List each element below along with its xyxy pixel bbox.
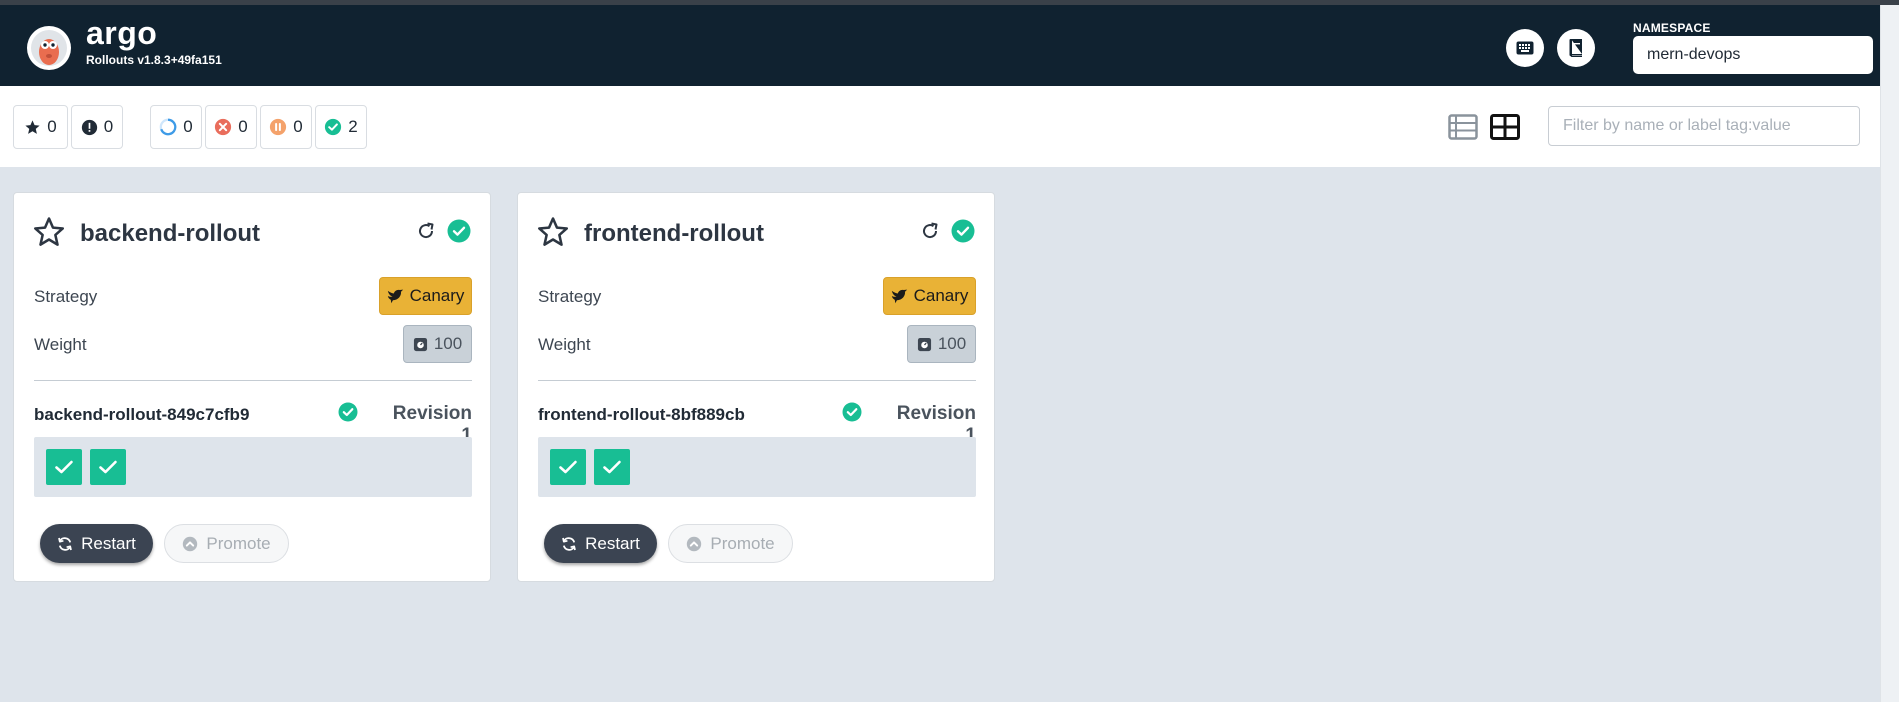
pod-healthy[interactable] [46, 449, 82, 485]
promote-button[interactable]: Promote [668, 524, 793, 563]
argo-logo-icon [27, 26, 71, 70]
weight-label: Weight [34, 335, 87, 354]
canary-bird-icon [891, 289, 907, 304]
strategy-badge: Canary [883, 277, 976, 315]
restart-button[interactable]: Restart [544, 524, 657, 563]
canary-bird-icon [387, 289, 403, 304]
favorite-star-icon[interactable] [32, 215, 66, 249]
check-icon [603, 460, 621, 474]
pod-healthy[interactable] [90, 449, 126, 485]
weight-value: 100 [937, 334, 967, 353]
pod-healthy[interactable] [550, 449, 586, 485]
namespace-label: NAMESPACE [1633, 21, 1711, 35]
page-scrollbar[interactable] [1880, 5, 1899, 702]
paused-icon [270, 118, 287, 136]
promote-button[interactable]: Promote [164, 524, 289, 563]
weight-scale-icon [413, 337, 427, 351]
paused-filter[interactable]: 0 [260, 105, 312, 149]
rollout-name[interactable]: backend-rollout [80, 220, 260, 248]
strategy-badge: Canary [379, 277, 472, 315]
paused-count: 0 [293, 117, 303, 136]
weight-badge: 100 [403, 325, 472, 363]
degraded-icon [215, 118, 232, 136]
healthy-status-icon [447, 219, 471, 243]
refresh-icon[interactable] [920, 221, 940, 241]
check-icon [99, 460, 117, 474]
degraded-count: 0 [238, 117, 248, 136]
keyboard-shortcuts-button[interactable] [1506, 29, 1544, 67]
replicaset-name: frontend-rollout-8bf889cb [538, 405, 745, 424]
weight-label: Weight [538, 335, 591, 354]
favorite-star-icon[interactable] [536, 215, 570, 249]
sync-icon [58, 536, 72, 551]
promote-arrow-icon [183, 536, 198, 551]
sync-icon [562, 536, 576, 551]
book-icon [1569, 39, 1582, 57]
rollout-card-backend[interactable]: backend-rollout Strategy Canary Weight 1… [13, 192, 491, 582]
rollout-card-frontend[interactable]: frontend-rollout Strategy Canary Weight … [517, 192, 995, 582]
degraded-filter[interactable]: 0 [205, 105, 257, 149]
refresh-icon[interactable] [416, 221, 436, 241]
strategy-label: Strategy [34, 287, 98, 306]
promote-arrow-icon [687, 536, 702, 551]
keyboard-icon [1516, 41, 1534, 55]
pods-container [538, 437, 976, 497]
strategy-value: Canary [913, 286, 969, 305]
replicaset-healthy-icon [842, 402, 862, 422]
restart-button[interactable]: Restart [40, 524, 153, 563]
restart-label: Restart [585, 533, 640, 553]
needs-attention-count: 0 [103, 117, 114, 136]
needs-attention-filter[interactable]: 0 [71, 105, 123, 149]
app-version: Rollouts v1.8.3+49fa151 [86, 53, 222, 67]
healthy-count: 2 [348, 117, 358, 136]
healthy-status-icon [951, 219, 975, 243]
progressing-icon [159, 118, 177, 136]
replicaset-healthy-icon [338, 402, 358, 422]
favorites-count: 0 [47, 117, 57, 136]
filter-toolbar: 0 0 0 0 0 2 [0, 86, 1899, 167]
card-divider [34, 380, 472, 381]
favorites-filter[interactable]: 0 [13, 105, 68, 149]
replicaset-name: backend-rollout-849c7cfb9 [34, 405, 250, 424]
app-header: argo Rollouts v1.8.3+49fa151 NAMESPACE [0, 5, 1899, 86]
card-divider [538, 380, 976, 381]
brand-name: argo [86, 15, 158, 51]
star-icon [25, 119, 40, 134]
namespace-input[interactable] [1633, 36, 1873, 74]
progressing-count: 0 [183, 117, 193, 136]
check-icon [55, 460, 73, 474]
strategy-label: Strategy [538, 287, 602, 306]
promote-label: Promote [710, 533, 775, 553]
pod-healthy[interactable] [594, 449, 630, 485]
healthy-filter[interactable]: 2 [315, 105, 367, 149]
promote-label: Promote [206, 533, 271, 553]
documentation-button[interactable] [1557, 29, 1595, 67]
pods-container [34, 437, 472, 497]
healthy-icon [325, 118, 342, 136]
filter-input[interactable] [1548, 106, 1860, 146]
weight-scale-icon [917, 337, 931, 351]
list-view-icon[interactable] [1448, 112, 1478, 142]
progressing-filter[interactable]: 0 [150, 105, 202, 149]
restart-label: Restart [81, 533, 136, 553]
check-icon [559, 460, 577, 474]
grid-view-icon[interactable] [1490, 112, 1520, 142]
weight-value: 100 [433, 334, 463, 353]
exclamation-icon [81, 119, 97, 135]
rollout-name[interactable]: frontend-rollout [584, 220, 764, 248]
strategy-value: Canary [409, 286, 465, 305]
weight-badge: 100 [907, 325, 976, 363]
